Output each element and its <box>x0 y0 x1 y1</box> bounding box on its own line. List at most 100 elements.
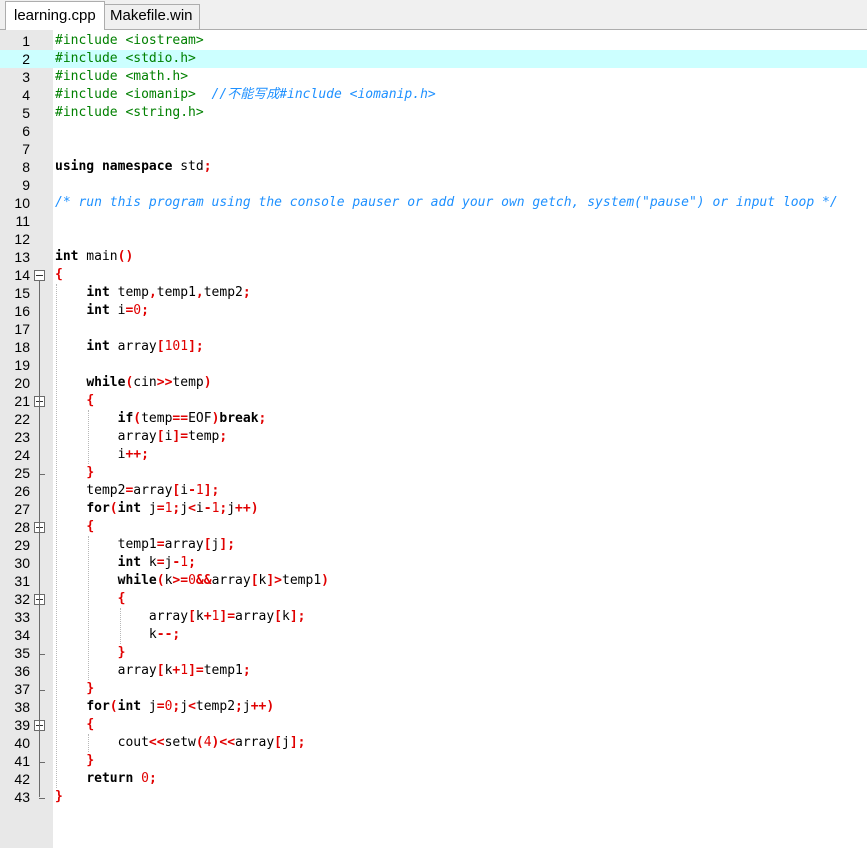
code-token: && <box>195 573 212 588</box>
code-token: { <box>86 519 95 534</box>
code-token: cout <box>55 735 149 750</box>
code-line[interactable]: 20 while(cin>>temp) <box>0 374 867 392</box>
code-line[interactable]: 19 <box>0 356 867 374</box>
code-token: k <box>55 627 157 642</box>
code-line[interactable]: 6 <box>0 122 867 140</box>
code-line[interactable]: 36 array[k+1]=temp1; <box>0 662 867 680</box>
code-token: ; <box>141 303 149 318</box>
fold-end-marker <box>39 654 45 655</box>
code-line[interactable]: 23 array[i]=temp; <box>0 428 867 446</box>
code-line[interactable]: 14 { <box>0 266 867 284</box>
code-token: [ <box>188 609 196 624</box>
code-token: array <box>133 483 173 498</box>
code-line[interactable]: 27 for(int j=1;j<i-1;j++) <box>0 500 867 518</box>
line-code: #include <iomanip> //不能写成#include <ioman… <box>55 86 436 104</box>
line-number: 15 <box>14 285 30 301</box>
code-line[interactable]: 29 temp1=array[j]; <box>0 536 867 554</box>
code-line[interactable]: 41 } <box>0 752 867 770</box>
code-line[interactable]: 26 temp2=array[i-1]; <box>0 482 867 500</box>
code-token: array <box>235 735 275 750</box>
indent-guide <box>88 734 89 752</box>
code-token: )<< <box>211 735 236 750</box>
code-line[interactable]: 31 while(k>=0&&array[k]>temp1) <box>0 572 867 590</box>
code-token: ]= <box>188 663 204 678</box>
code-line[interactable]: 43} <box>0 788 867 806</box>
code-token: - <box>188 483 196 498</box>
code-line[interactable]: 17 <box>0 320 867 338</box>
code-token: ; <box>242 663 251 678</box>
code-token: k <box>195 609 204 624</box>
code-token: >= <box>172 573 189 588</box>
code-line[interactable]: 24 i++; <box>0 446 867 464</box>
line-code: temp1=array[j]; <box>55 536 235 554</box>
code-line[interactable]: 11 <box>0 212 867 230</box>
code-line[interactable]: 4 #include <iomanip> //不能写成#include <ioma… <box>0 86 867 104</box>
code-line[interactable]: 2 #include <stdio.h> <box>0 50 867 68</box>
code-line[interactable]: 10 /* run this program using the console … <box>0 194 867 212</box>
line-number: 11 <box>15 213 30 229</box>
line-number: 7 <box>22 141 30 157</box>
code-line[interactable]: 37 } <box>0 680 867 698</box>
code-line[interactable]: 9 <box>0 176 867 194</box>
code-line[interactable]: 39 { <box>0 716 867 734</box>
code-line[interactable]: 35 } <box>0 644 867 662</box>
code-token: 1 <box>180 555 189 570</box>
code-token: int <box>86 285 110 300</box>
code-token: 4 <box>203 735 212 750</box>
code-token: temp2 <box>55 483 126 498</box>
code-line[interactable]: 15 int temp,temp1,temp2; <box>0 284 867 302</box>
tab-learning-cpp[interactable]: learning.cpp <box>5 1 105 30</box>
code-line[interactable]: 13 int main() <box>0 248 867 266</box>
line-number: 28 <box>14 519 30 535</box>
code-line[interactable]: 40 cout<<setw(4)<<array[j]; <box>0 734 867 752</box>
code-line[interactable]: 16 int i=0; <box>0 302 867 320</box>
code-token: 0 <box>141 771 149 786</box>
code-line[interactable]: 8 using namespace std; <box>0 158 867 176</box>
code-line[interactable]: 3 #include <math.h> <box>0 68 867 86</box>
line-number: 29 <box>14 537 30 553</box>
code-token: 101 <box>164 339 189 354</box>
code-comment: //不能写成#include <iomanip.h> <box>211 87 436 102</box>
code-line[interactable]: 5 #include <string.h> <box>0 104 867 122</box>
code-line[interactable]: 30 int k=j-1; <box>0 554 867 572</box>
line-code: #include <iostream> <box>55 32 204 50</box>
code-editor[interactable]: 1 #include <iostream> 2 #include <stdio.h> 3… <box>0 30 867 848</box>
code-token: #include <iomanip> <box>55 87 196 102</box>
code-token: array <box>109 339 157 354</box>
code-token: j <box>141 501 157 516</box>
tab-makefile-win[interactable]: Makefile.win <box>103 4 200 29</box>
code-token: #include <string.h> <box>55 105 204 120</box>
code-line[interactable]: 25 } <box>0 464 867 482</box>
line-code: array[k+1]=temp1; <box>55 662 251 680</box>
code-token: using namespace <box>55 159 173 174</box>
code-line[interactable]: 34 k--; <box>0 626 867 644</box>
code-token: i <box>55 447 126 462</box>
code-token: } <box>86 753 95 768</box>
code-token: ]; <box>203 483 220 498</box>
code-token: j <box>180 699 189 714</box>
code-line[interactable]: 21 { <box>0 392 867 410</box>
code-line[interactable]: 38 for(int j=0;j<temp2;j++) <box>0 698 867 716</box>
line-number: 18 <box>14 339 30 355</box>
line-code: } <box>55 788 63 806</box>
code-line[interactable]: 7 <box>0 140 867 158</box>
code-token: return <box>86 771 134 786</box>
code-line[interactable]: 32 { <box>0 590 867 608</box>
code-line[interactable]: 28 { <box>0 518 867 536</box>
code-line[interactable]: 42 return 0; <box>0 770 867 788</box>
line-code: /* run this program using the console pa… <box>55 194 838 212</box>
code-line[interactable]: 33 array[k+1]=array[k]; <box>0 608 867 626</box>
code-line[interactable]: 22 if(temp==EOF)break; <box>0 410 867 428</box>
line-code: #include <string.h> <box>55 104 204 122</box>
code-line[interactable]: 18 int array[101]; <box>0 338 867 356</box>
code-line[interactable]: 12 <box>0 230 867 248</box>
code-line[interactable]: 1 #include <iostream> <box>0 32 867 50</box>
line-code: } <box>55 464 94 482</box>
fold-collapse-icon[interactable] <box>34 270 45 281</box>
code-token: + <box>203 609 212 624</box>
